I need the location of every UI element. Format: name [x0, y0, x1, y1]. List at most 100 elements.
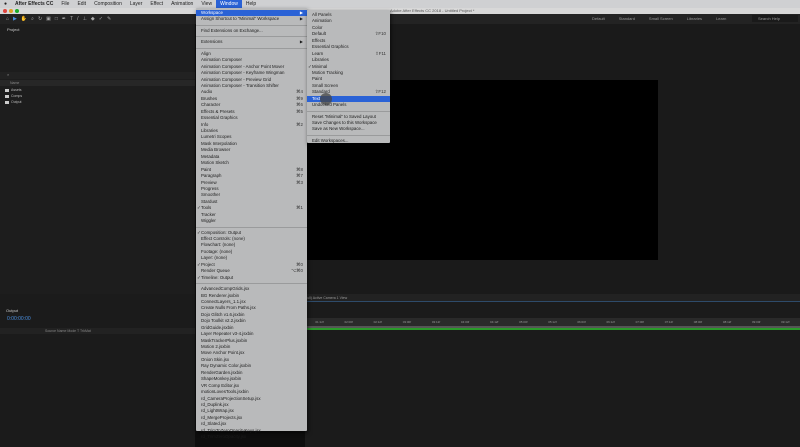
- roto-tool-icon[interactable]: ✓: [99, 16, 103, 22]
- camera-tool-icon[interactable]: ▣: [46, 16, 51, 22]
- menu-bar: ● After Effects CC File Edit Composition…: [0, 0, 800, 8]
- menu-item-label: Extensions: [201, 39, 223, 45]
- home-icon[interactable]: ⌂: [6, 16, 9, 22]
- ruler-tick-label: 02:00f: [344, 320, 353, 324]
- menu-separator: [196, 47, 307, 49]
- menu-item-label: Motion Sketch: [201, 160, 229, 166]
- ruler-tick-label: 08:12f: [722, 320, 732, 324]
- menu-item-undocked-panels[interactable]: Undocked Panels: [307, 102, 390, 108]
- menu-help[interactable]: Help: [242, 0, 260, 8]
- menu-item-rd-trimzeroopacity-jsx[interactable]: rd_TrimZeroOpacity.jsx: [196, 434, 307, 440]
- brush-tool-icon[interactable]: /: [77, 16, 78, 22]
- pen-tool-icon[interactable]: ✒: [62, 16, 66, 22]
- workspace-small-screen[interactable]: Small Screen: [649, 16, 673, 21]
- menu-item-label: ConnectLayers_1.1.jsx: [201, 298, 246, 304]
- project-search-input[interactable]: ⌕: [0, 72, 195, 79]
- menu-item-label: Preview: [201, 179, 217, 185]
- folder-icon: [5, 94, 9, 98]
- window-menu: Workspace ▶ Assign Shortcut to "Minimal" W…: [196, 8, 307, 439]
- close-button[interactable]: [3, 9, 7, 13]
- menu-item-extensions[interactable]: Extensions ▶: [196, 39, 307, 45]
- viewer-controls[interactable]: (Full) Active Camera 1 View: [300, 294, 800, 302]
- menu-layer[interactable]: Layer: [126, 0, 147, 8]
- menu-item-label: Paint: [201, 166, 212, 172]
- menu-composition[interactable]: Composition: [90, 0, 126, 8]
- menu-item-label: Motion 2.jsxbin: [201, 344, 231, 349]
- tools-panel: ⌂ ▶ ✋ ⌕ ↻ ▣ □ ✒ T / ⊥ ◆ ✓ ✎ Default Standard Small Sc…: [0, 14, 800, 24]
- menu-item-label: Save as New Workspace...: [312, 126, 365, 132]
- timeline-tab[interactable]: Output: [6, 308, 18, 313]
- menu-item-label: Align: [201, 50, 211, 56]
- menu-animation[interactable]: Animation: [167, 0, 197, 8]
- menu-separator: [307, 110, 390, 112]
- stamp-tool-icon[interactable]: ⊥: [83, 16, 87, 22]
- rectangle-tool-icon[interactable]: □: [55, 16, 58, 22]
- project-panel: Project ⌕ Name Assets Comps Output: [0, 24, 195, 294]
- menu-separator: [196, 283, 307, 285]
- selection-tool-icon[interactable]: ▶: [13, 16, 17, 22]
- menu-edit[interactable]: Edit: [73, 0, 90, 8]
- apple-icon[interactable]: ●: [0, 0, 11, 8]
- rotate-tool-icon[interactable]: ↻: [38, 16, 42, 22]
- workspace-learn[interactable]: Learn: [716, 16, 726, 21]
- pin-tool-icon[interactable]: ✎: [107, 16, 111, 22]
- workspace-default[interactable]: Default: [592, 16, 605, 21]
- workspace-standard[interactable]: Standard: [619, 16, 635, 21]
- menu-item-label: Workspace: [201, 10, 223, 15]
- search-help-input[interactable]: Search Help: [752, 15, 798, 22]
- hand-tool-icon[interactable]: ✋: [21, 16, 27, 22]
- text-tool-icon[interactable]: T: [70, 16, 73, 22]
- menu-item-label: Lumetri Scopes: [201, 134, 232, 140]
- menu-item-label: Libraries: [201, 128, 218, 133]
- eraser-tool-icon[interactable]: ◆: [91, 16, 95, 22]
- menu-item-label: Tools: [201, 205, 212, 211]
- menu-item-edit-workspaces[interactable]: Edit Workspaces...: [307, 138, 390, 144]
- timeline-layers-panel: Output 0:00:00:00 Source Name Mode T Trk…: [0, 294, 195, 447]
- menu-separator: [196, 24, 307, 26]
- folder-label: Assets: [11, 88, 22, 92]
- menu-item-label: ShapeMonkey.jsxbin: [201, 376, 242, 382]
- timecode[interactable]: 0:00:00:00: [7, 316, 31, 322]
- ruler-tick-label: 03:12f: [431, 320, 441, 324]
- menu-item-label: Animation Composer - Keyframe Wingman: [201, 70, 285, 76]
- folder-output[interactable]: Output: [5, 99, 22, 105]
- ruler-tick-label: 04:00f: [460, 320, 470, 324]
- menu-item-label: Reset "Minimal" to Saved Layout: [312, 113, 376, 119]
- ruler-tick-label: 06:12f: [606, 320, 615, 324]
- folder-label: Comps: [11, 94, 23, 98]
- menu-item-label: Animation Composer - Preview Grid: [201, 76, 272, 82]
- menu-item-timeline-output[interactable]: ✓ Timeline: Output: [196, 275, 307, 281]
- project-tab[interactable]: Project: [0, 24, 195, 35]
- workspace-libraries[interactable]: Libraries: [687, 16, 702, 21]
- menu-item-label: Character: [201, 102, 221, 108]
- time-ruler[interactable]: 01:12f 02:00f 02:12f 03:00f 03:12f 04:00f 04:1…: [305, 318, 800, 326]
- menu-window[interactable]: Window: [216, 0, 242, 8]
- menu-item-label: Default: [312, 31, 326, 37]
- menu-item-label: Essential Graphics: [312, 44, 349, 50]
- menu-effect[interactable]: Effect: [146, 0, 167, 8]
- zoom-button[interactable]: [15, 9, 19, 13]
- ruler-tick-label: 09:12f: [781, 320, 790, 324]
- folder-icon: [5, 88, 9, 92]
- menu-item-label: AdvancedCompGrids.jsx: [201, 286, 250, 292]
- project-column-name[interactable]: Name: [0, 80, 195, 86]
- minimize-button[interactable]: [9, 9, 13, 13]
- menu-item-label: Onion Skin.jsx: [201, 356, 230, 362]
- menu-item-label: Animation: [312, 18, 332, 24]
- menu-view[interactable]: View: [197, 0, 216, 8]
- menu-item-label: Assign Shortcut to "Minimal" Workspace: [201, 16, 280, 22]
- menu-item-save-as-new-workspace[interactable]: Save as New Workspace...: [307, 126, 390, 132]
- menu-item-label: Flowchart: (none): [201, 242, 236, 248]
- menu-item-assign-shortcut-to-minimal-workspace[interactable]: Assign Shortcut to "Minimal" Workspace ▶: [196, 16, 307, 22]
- menu-item-label: Smoother: [201, 192, 221, 198]
- menu-item-wiggler[interactable]: Wiggler: [196, 218, 307, 224]
- menu-item-label: Motion Tracking: [312, 69, 343, 75]
- menu-item-label: Minimal: [312, 63, 328, 69]
- menu-item-label: Audio: [201, 89, 213, 95]
- menu-item-find-extensions-on-exchange[interactable]: Find Extensions on Exchange...: [196, 28, 307, 34]
- zoom-tool-icon[interactable]: ⌕: [31, 16, 34, 22]
- menu-file[interactable]: File: [57, 0, 73, 8]
- work-area-bar[interactable]: [305, 326, 800, 330]
- app-menu[interactable]: After Effects CC: [11, 0, 57, 8]
- workspace-submenu: All Panels Animation Color Default ⇧F10 Effec…: [307, 10, 390, 143]
